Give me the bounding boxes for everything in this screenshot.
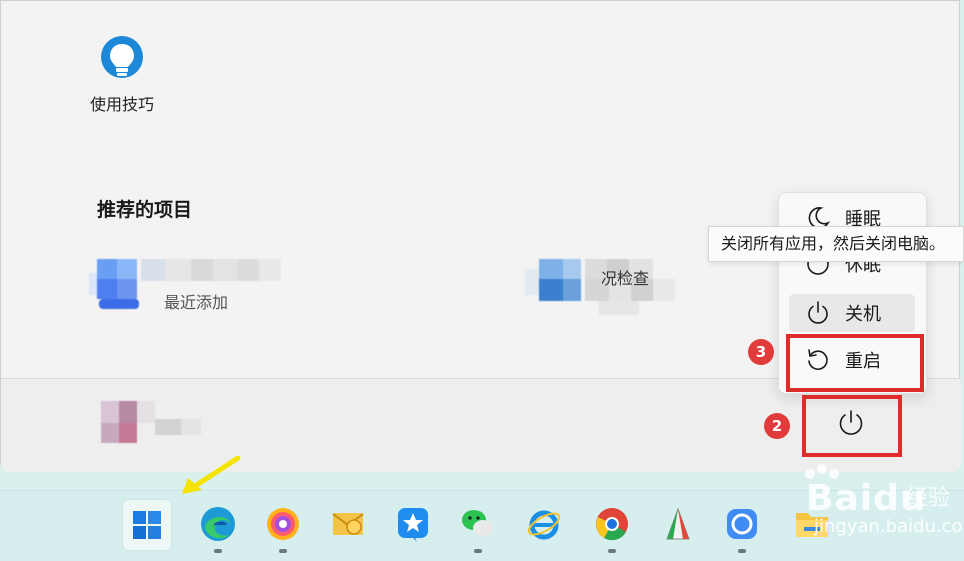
- pinned-app-label: 使用技巧: [89, 95, 154, 114]
- taskbar-file-explorer[interactable]: [788, 499, 836, 549]
- chrome-icon: [596, 508, 628, 541]
- annotation-arrow: [182, 456, 241, 494]
- step-badge-2: 2: [764, 413, 790, 439]
- user-account[interactable]: [97, 399, 207, 453]
- blurred-file-icon: [525, 259, 585, 309]
- running-indicator: [738, 549, 746, 553]
- cloud-app-icon: [727, 509, 757, 539]
- running-indicator: [608, 549, 616, 553]
- recommended-item-title: 况检查: [601, 269, 650, 288]
- mail-envelope-icon: [332, 513, 364, 535]
- power-menu-item-shutdown[interactable]: 关机: [789, 294, 915, 332]
- power-icon: [805, 300, 831, 326]
- taskbar-baidu-netdisk[interactable]: [718, 499, 766, 553]
- windows-logo-icon: [133, 511, 161, 539]
- running-indicator: [214, 549, 222, 553]
- running-indicator: [474, 549, 482, 553]
- taskbar: [0, 490, 964, 561]
- taskbar-winrar[interactable]: [654, 499, 702, 549]
- taskbar-edge[interactable]: [194, 499, 242, 553]
- edge-browser-icon: [201, 507, 235, 541]
- highlight-restart: [786, 334, 924, 392]
- archive-app-icon: [666, 507, 690, 540]
- step-badge-3: 3: [748, 339, 774, 365]
- blurred-file-name: [141, 259, 281, 281]
- recommended-item-subtitle: 最近添加: [164, 293, 229, 312]
- taskbar-ie[interactable]: [520, 499, 568, 549]
- folder-icon: [796, 513, 828, 537]
- photos-swirl-icon: [267, 508, 299, 540]
- blurred-avatar: [101, 401, 201, 443]
- taskbar-wechat[interactable]: [454, 499, 502, 553]
- taskbar-photos[interactable]: [259, 499, 307, 553]
- internet-explorer-icon: [527, 510, 561, 540]
- power-menu-label: 关机: [845, 304, 881, 325]
- pinned-app-tips[interactable]: 使用技巧: [81, 35, 163, 115]
- running-indicator: [279, 549, 287, 553]
- wechat-icon: [462, 510, 493, 536]
- highlight-power-button: [802, 395, 902, 457]
- shutdown-tooltip: 关闭所有应用，然后关闭电脑。: [708, 226, 964, 262]
- recommended-title: 推荐的项目: [97, 199, 193, 221]
- taskbar-chrome[interactable]: [588, 499, 636, 553]
- dingtalk-icon: [398, 508, 428, 542]
- taskbar-dingtalk[interactable]: [389, 499, 437, 549]
- taskbar-windows-start[interactable]: [122, 499, 172, 551]
- taskbar-outlook[interactable]: [324, 499, 372, 549]
- tips-lightbulb-icon: [99, 35, 145, 83]
